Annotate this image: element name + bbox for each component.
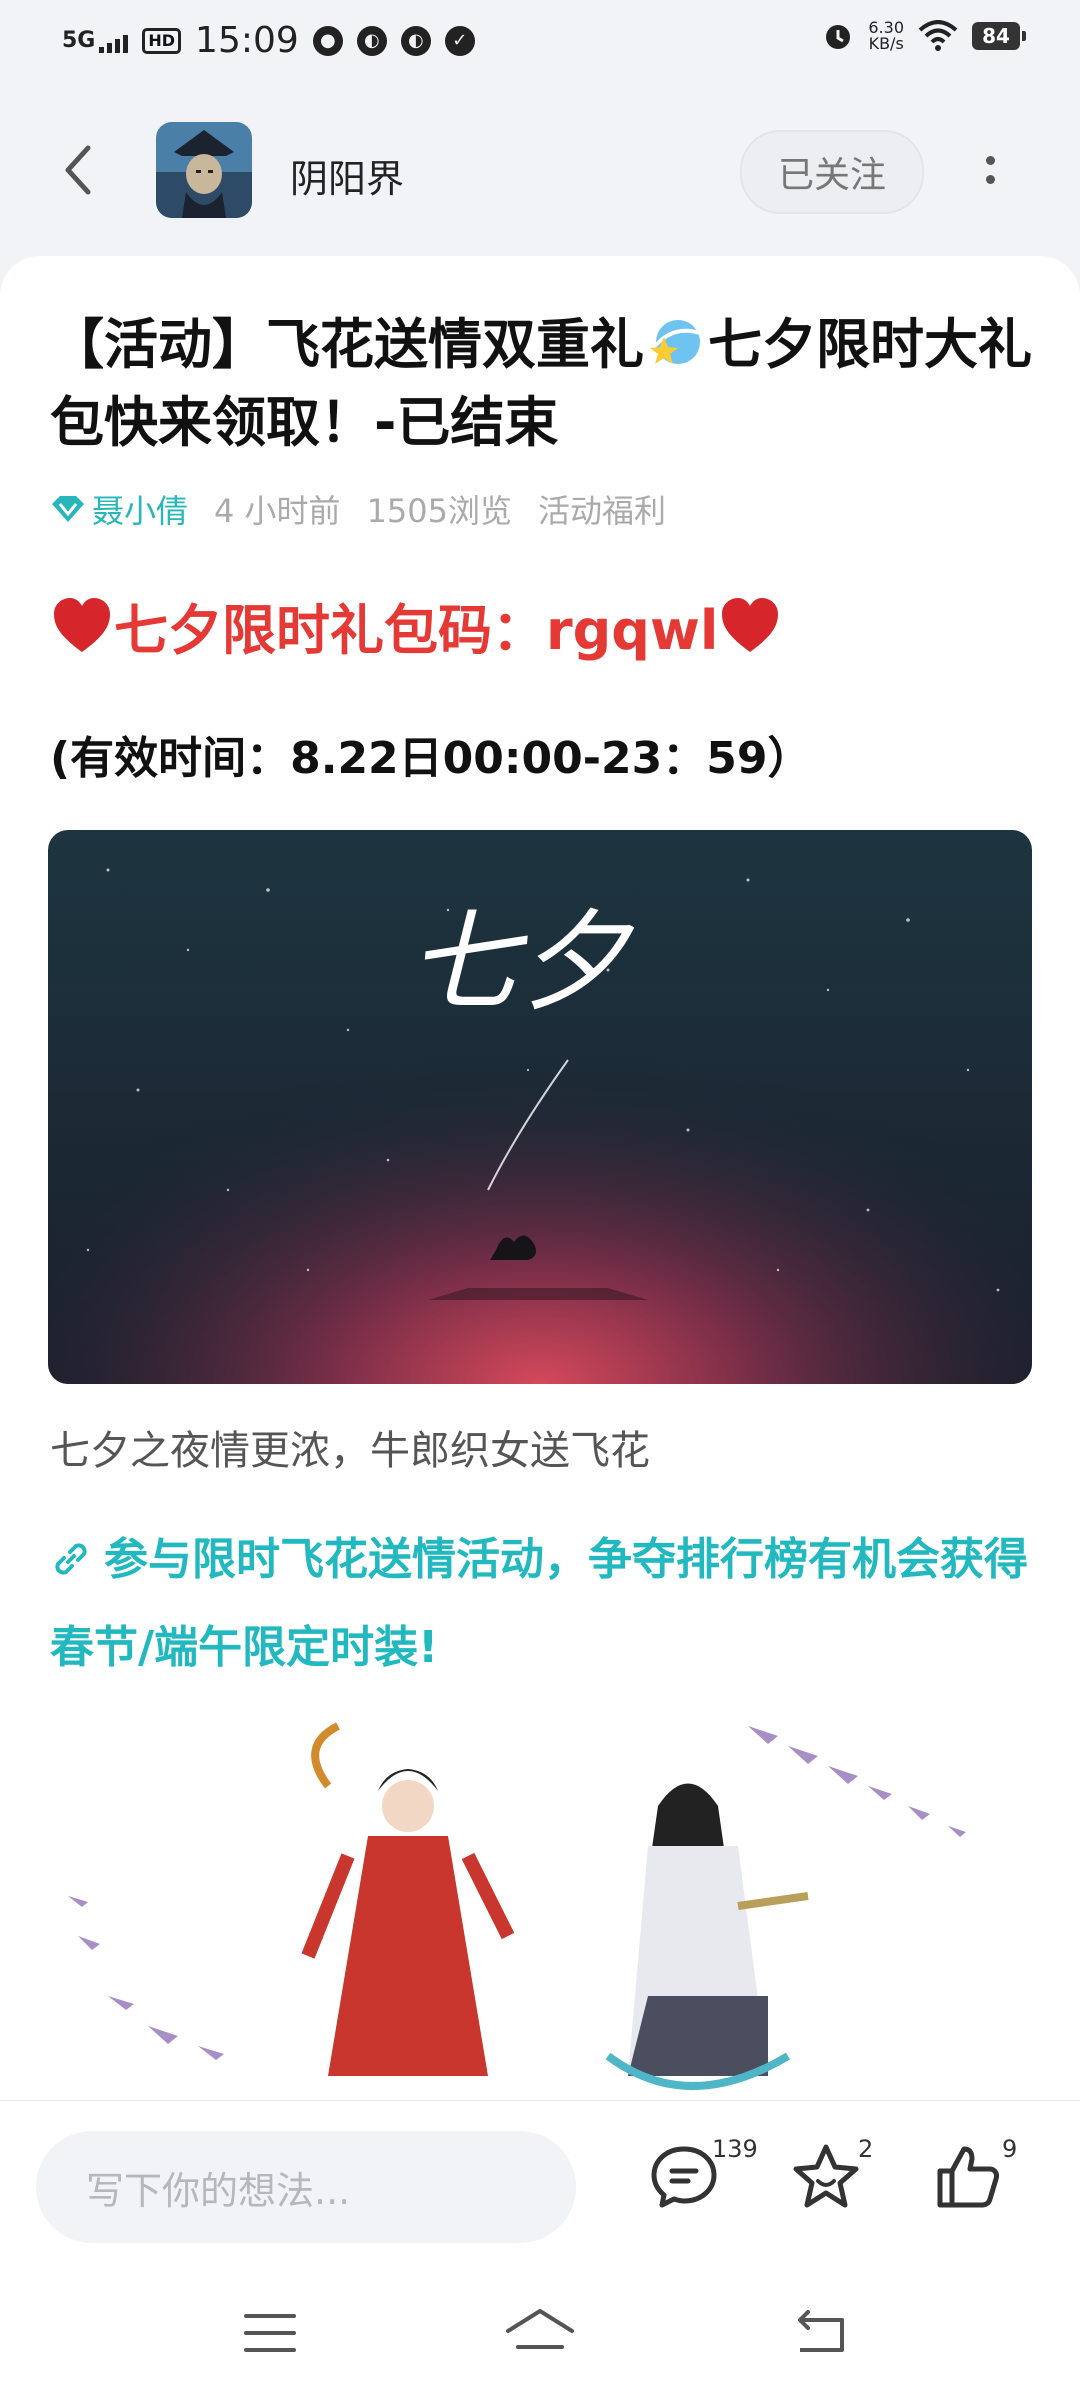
back-button[interactable]: [48, 140, 108, 200]
heart-icon: [54, 597, 110, 652]
banner-caption: 七夕之夜情更浓，牛郎织女送飞花: [50, 1428, 650, 1474]
hd-badge: HD: [142, 27, 182, 54]
forum-header: 阴阳界 已关注: [0, 90, 1080, 250]
follow-button[interactable]: 已关注: [740, 130, 924, 214]
system-nav-bar: [0, 2268, 1080, 2400]
signal-icon: 5G: [62, 28, 129, 53]
menu-button[interactable]: [230, 2298, 310, 2368]
more-vertical-icon[interactable]: [970, 130, 1010, 210]
favorite-button[interactable]: 2: [790, 2135, 873, 2231]
gift-code-text: 七夕限时礼包码：rgqwl: [114, 599, 719, 662]
qixi-banner-image[interactable]: 七夕: [48, 830, 1032, 1384]
menu-icon: [244, 2314, 296, 2352]
event-link-text: 参与限时飞花送情活动，争夺排行榜有机会获得春节/端午限定时装!: [50, 1534, 1028, 1673]
event-link[interactable]: 参与限时飞花送情活动，争夺排行榜有机会获得春节/端午限定时装!: [50, 1516, 1040, 1692]
heart-icon: [722, 597, 779, 652]
app-notification-icon: ◐: [400, 25, 431, 56]
post-title: 【活动】飞花送情双重礼 七夕限时大礼包快来领取！-已结束: [50, 306, 1040, 462]
check-icon: ✓: [444, 25, 475, 56]
home-button[interactable]: [500, 2298, 580, 2368]
back-icon: [798, 2310, 844, 2352]
gift-code-line: 七夕限时礼包码：rgqwl: [50, 586, 782, 665]
network-type: 5G: [62, 28, 96, 53]
speed-unit: KB/s: [868, 34, 904, 53]
author-link[interactable]: 聂小倩: [50, 486, 188, 532]
favorite-count: 2: [858, 2135, 874, 2163]
post-card: 【活动】飞花送情双重礼 七夕限时大礼包快来领取！-已结束 聂小倩 4 小时前 15…: [0, 256, 1080, 2106]
author-name: 聂小倩: [92, 492, 189, 530]
back-nav-button[interactable]: [780, 2298, 860, 2368]
view-count: 1505浏览: [366, 492, 513, 530]
shooting-star-icon: [650, 320, 701, 364]
post-category[interactable]: 活动福利: [538, 486, 666, 532]
back-arrow-icon: [65, 145, 91, 195]
post-title-text: 【活动】飞花送情双重礼: [50, 313, 644, 376]
comment-button[interactable]: 139: [648, 2135, 758, 2231]
forum-name[interactable]: 阴阳界: [290, 148, 404, 203]
post-time: 4 小时前: [214, 492, 341, 530]
wechat-icon: ●: [312, 25, 343, 56]
star-icon: [793, 2144, 859, 2208]
valid-time: (有效时间：8.22日00:00-23：59）: [50, 733, 812, 784]
home-icon: [506, 2309, 574, 2349]
diamond-icon: [52, 496, 84, 522]
link-icon: [55, 1543, 87, 1575]
comment-count: 139: [712, 2135, 758, 2163]
battery-indicator: 84: [972, 22, 1026, 50]
male-character: [605, 1783, 809, 2090]
network-speed: 6.30 KB/s: [868, 20, 904, 52]
banner-calligraphy: 七夕: [408, 898, 635, 1026]
wifi-icon: [918, 20, 958, 51]
post-meta: 聂小倩 4 小时前 1505浏览 活动福利: [50, 486, 692, 532]
app-notification-icon: ◐: [356, 25, 387, 56]
comment-icon: [651, 2146, 717, 2208]
thumbs-up-icon: [937, 2146, 999, 2208]
like-count: 9: [1002, 2135, 1018, 2163]
female-character: [301, 1722, 515, 2076]
characters-illustration[interactable]: [48, 1696, 1032, 2106]
like-button[interactable]: 9: [932, 2135, 1017, 2231]
status-time: 15:09: [195, 20, 299, 61]
status-bar: 5G HD 15:09 ● ◐ ◐ ✓ 6.30 KB/s 84: [0, 0, 1080, 90]
forum-avatar[interactable]: [156, 122, 252, 218]
bottom-action-bar: 写下你的想法... 139 2 9: [0, 2100, 1080, 2269]
alarm-icon: [826, 25, 851, 49]
comment-input[interactable]: 写下你的想法...: [36, 2131, 576, 2243]
